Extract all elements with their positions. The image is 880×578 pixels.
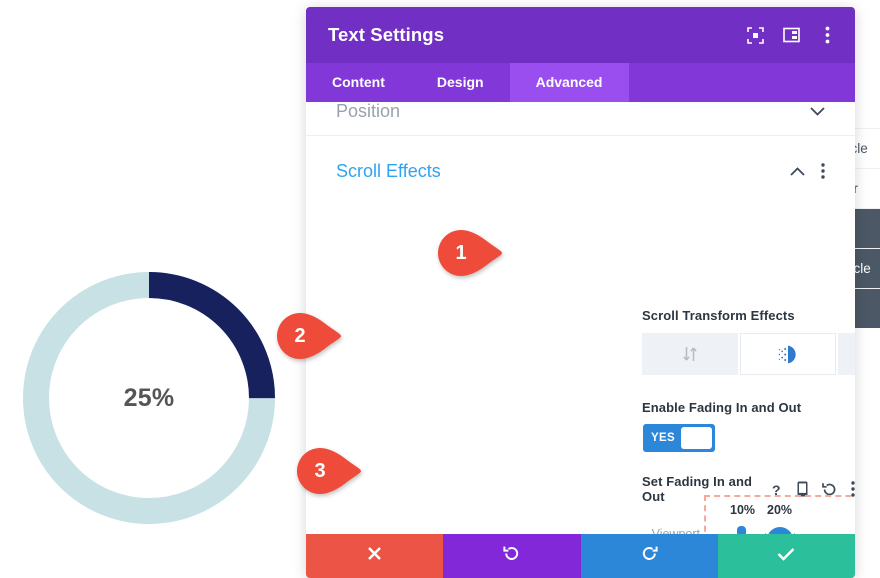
- redo-icon: [641, 545, 658, 567]
- screenshot-root: 25% rcle ar ircle Text Settings: [0, 0, 880, 578]
- more-vertical-icon[interactable]: [817, 25, 837, 45]
- scroll-effects-tools: [790, 163, 825, 179]
- save-button[interactable]: [717, 534, 855, 578]
- scroll-transform-effects-toolbar: [642, 333, 855, 375]
- slider-handle-mid-right-arrow[interactable]: [794, 533, 802, 534]
- check-icon: [777, 547, 795, 566]
- fullscreen-icon[interactable]: [745, 25, 765, 45]
- tab-design[interactable]: Design: [411, 63, 510, 102]
- modal-body: Position Scroll Effects Scroll Transform…: [306, 102, 855, 534]
- viewport-bottom-label: Viewport Bottom: [642, 527, 700, 534]
- callout-number: 3: [314, 459, 326, 482]
- scroll-effects-section-header[interactable]: Scroll Effects: [306, 154, 855, 188]
- chevron-down-icon: [810, 103, 825, 120]
- redo-button[interactable]: [580, 534, 718, 578]
- modal-header-actions: [745, 25, 837, 45]
- background-page: 25%: [0, 0, 320, 578]
- slider-handle-mid-left-arrow[interactable]: [758, 533, 766, 534]
- callout-number: 1: [455, 241, 467, 264]
- start-position-percent: 10%: [730, 503, 756, 517]
- callout-number: 2: [294, 324, 306, 347]
- chevron-up-icon[interactable]: [790, 166, 805, 176]
- callout-marker-1: 1: [438, 230, 502, 276]
- undo-button[interactable]: [443, 534, 581, 578]
- enable-fading-toggle[interactable]: YES: [643, 424, 715, 452]
- modal-footer: [306, 534, 855, 578]
- scroll-transform-effects-label: Scroll Transform Effects: [642, 308, 795, 323]
- donut-percent-label: 25%: [123, 383, 175, 412]
- scale-icon[interactable]: [837, 333, 855, 375]
- text-settings-modal: Text Settings Content Design Advanced Po…: [306, 7, 855, 578]
- callout-marker-3: 3: [297, 448, 361, 494]
- toggle-knob: [680, 427, 712, 449]
- undo-icon: [503, 545, 520, 567]
- tab-advanced[interactable]: Advanced: [509, 63, 629, 102]
- cancel-button[interactable]: [306, 534, 444, 578]
- fade-in-out-icon[interactable]: [739, 333, 836, 375]
- layout-panel-icon[interactable]: [781, 25, 801, 45]
- modal-tabs: Content Design Advanced: [306, 63, 855, 102]
- position-section-header[interactable]: Position: [306, 102, 855, 136]
- mid-position-percent: 20%: [767, 503, 793, 517]
- scroll-effects-title: Scroll Effects: [336, 160, 441, 181]
- vertical-motion-icon[interactable]: [642, 333, 738, 375]
- viewport-bottom-line1: Viewport: [651, 527, 700, 534]
- slider-handle-start[interactable]: [737, 526, 746, 534]
- callout-marker-2: 2: [277, 313, 341, 359]
- modal-title: Text Settings: [328, 24, 445, 45]
- enable-fading-toggle-value: YES: [651, 432, 675, 444]
- modal-header: Text Settings: [306, 7, 855, 63]
- more-vertical-icon[interactable]: [821, 163, 825, 179]
- enable-fading-label: Enable Fading In and Out: [642, 400, 802, 415]
- donut-chart: 25%: [18, 267, 280, 529]
- tab-content[interactable]: Content: [306, 63, 411, 102]
- position-section-title: Position: [336, 102, 401, 121]
- close-icon: [367, 546, 382, 566]
